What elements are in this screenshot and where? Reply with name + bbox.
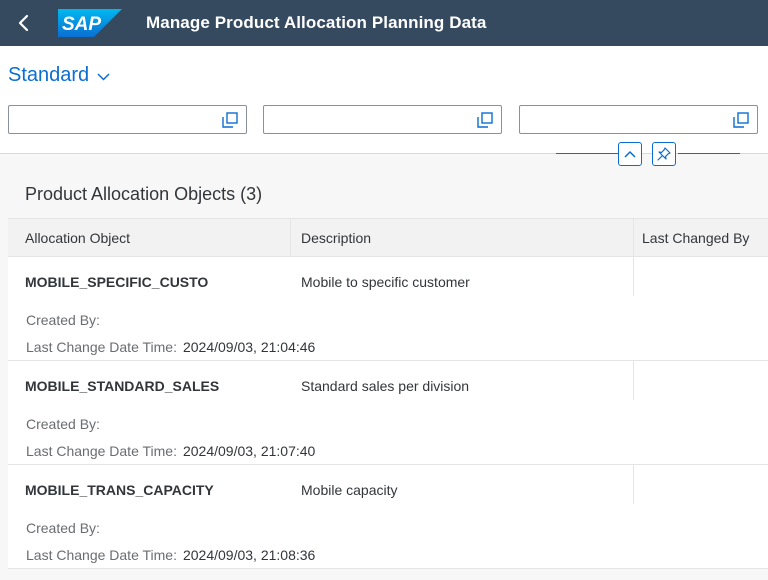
variant-selector[interactable]: Standard bbox=[8, 64, 110, 87]
table-row[interactable]: MOBILE_TRANS_CAPACITY Mobile capacity Cr… bbox=[8, 465, 768, 569]
value-help-icon[interactable] bbox=[222, 112, 238, 128]
last-change-field: Last Change Date Time: 2024/09/03, 21:07:… bbox=[26, 443, 315, 459]
filter-input-1[interactable] bbox=[8, 105, 247, 134]
chevron-down-icon bbox=[97, 73, 110, 81]
table-row[interactable]: MOBILE_STANDARD_SALES Standard sales per… bbox=[8, 361, 768, 465]
collapse-header-button[interactable] bbox=[618, 142, 642, 166]
description-cell: Mobile capacity bbox=[301, 482, 398, 498]
last-change-label: Last Change Date Time: bbox=[26, 339, 177, 355]
sap-logo: SAP bbox=[58, 9, 122, 37]
allocation-object-cell: MOBILE_TRANS_CAPACITY bbox=[25, 482, 214, 498]
pin-icon bbox=[657, 147, 671, 161]
cell-separator bbox=[633, 257, 634, 296]
table-row[interactable]: MOBILE_SPECIFIC_CUSTO Mobile to specific… bbox=[8, 257, 768, 361]
cell-separator bbox=[633, 361, 634, 400]
allocation-object-cell: MOBILE_STANDARD_SALES bbox=[25, 378, 220, 394]
app-title: Manage Product Allocation Planning Data bbox=[146, 13, 487, 32]
created-by-label: Created By: bbox=[26, 520, 100, 536]
last-change-value: 2024/09/03, 21:04:46 bbox=[182, 339, 316, 355]
created-by-label: Created By: bbox=[26, 416, 100, 432]
last-change-field: Last Change Date Time: 2024/09/03, 21:08:… bbox=[26, 547, 315, 563]
shell-bar: SAP Manage Product Allocation Planning D… bbox=[0, 0, 768, 46]
filter-input-3[interactable] bbox=[519, 105, 758, 134]
table-title: Product Allocation Objects (3) bbox=[25, 184, 263, 204]
svg-text:SAP: SAP bbox=[62, 14, 101, 35]
last-change-value: 2024/09/03, 21:08:36 bbox=[182, 547, 316, 563]
column-header-last-changed-by[interactable]: Last Changed By bbox=[642, 219, 749, 257]
variant-name: Standard bbox=[8, 64, 90, 86]
chevron-up-icon bbox=[624, 150, 636, 158]
allocation-objects-table: Allocation Object Description Last Chang… bbox=[8, 218, 768, 569]
header-divider-left bbox=[556, 153, 618, 154]
pin-header-button[interactable] bbox=[652, 142, 676, 166]
column-separator bbox=[290, 219, 291, 257]
back-button[interactable] bbox=[0, 0, 46, 46]
last-change-label: Last Change Date Time: bbox=[26, 547, 177, 563]
back-icon bbox=[18, 14, 29, 32]
column-header-allocation-object[interactable]: Allocation Object bbox=[25, 219, 130, 257]
description-cell: Standard sales per division bbox=[301, 378, 470, 394]
value-help-icon[interactable] bbox=[477, 112, 493, 128]
last-change-field: Last Change Date Time: 2024/09/03, 21:04:… bbox=[26, 339, 315, 355]
header-divider-right bbox=[678, 153, 740, 154]
description-cell: Mobile to specific customer bbox=[301, 274, 470, 290]
allocation-object-cell: MOBILE_SPECIFIC_CUSTO bbox=[25, 274, 209, 290]
last-change-value: 2024/09/03, 21:07:40 bbox=[182, 443, 316, 459]
cell-separator bbox=[633, 465, 634, 504]
filter-input-2[interactable] bbox=[263, 105, 502, 134]
column-separator bbox=[633, 219, 634, 257]
value-help-icon[interactable] bbox=[733, 112, 749, 128]
filter-bar: Standard bbox=[0, 46, 768, 166]
last-change-label: Last Change Date Time: bbox=[26, 443, 177, 459]
created-by-label: Created By: bbox=[26, 312, 100, 328]
column-header-description[interactable]: Description bbox=[301, 219, 371, 257]
table-header: Allocation Object Description Last Chang… bbox=[8, 218, 768, 257]
